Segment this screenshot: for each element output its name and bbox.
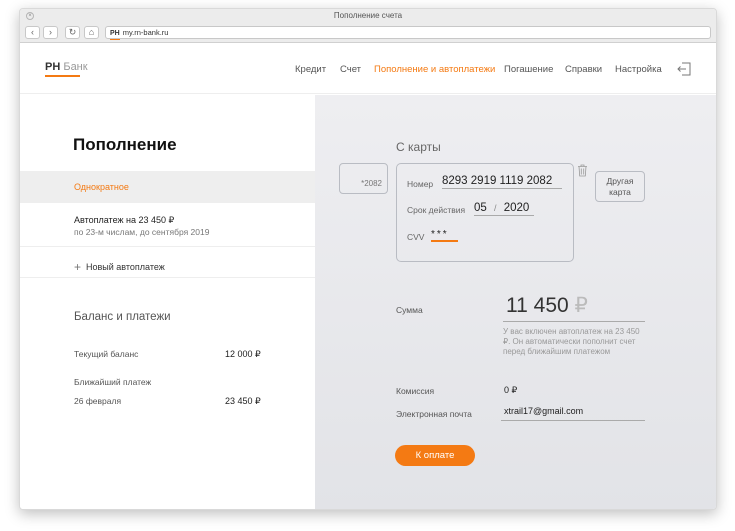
new-autopay-label: Новый автоплатеж (86, 262, 165, 272)
page-title: Пополнение (73, 135, 177, 154)
from-card-title: С карты (396, 140, 441, 154)
cvv-input[interactable]: *** (431, 229, 458, 242)
balance-section-title: Баланс и платежи (74, 311, 171, 323)
other-card-button[interactable]: Другая карта (595, 171, 645, 202)
nav-item-topup[interactable]: Пополнение и автоплатежи (374, 64, 495, 75)
home-icon[interactable]: ⌂ (84, 26, 99, 39)
logo-underline (45, 75, 80, 77)
reload-icon[interactable]: ↻ (65, 26, 80, 39)
autopay-note: У вас включен автоплатеж на 23 450 ₽. Он… (503, 327, 640, 356)
expiry-separator: / (494, 203, 497, 213)
chevron-left-icon[interactable]: ‹ (25, 26, 40, 39)
nav-item-repayment[interactable]: Погашение (504, 64, 553, 75)
autopay-item-subtitle: по 23-м числам, до сентября 2019 (74, 227, 210, 237)
card-number-label: Номер (407, 179, 434, 189)
saved-card-number: *2082 (361, 179, 382, 188)
other-card-line1: Другая (606, 176, 634, 186)
tab-one-time-label: Однократное (74, 182, 129, 192)
trash-icon[interactable] (577, 164, 588, 177)
card-number-input[interactable]: 8293 2919 1119 2082 (442, 175, 562, 189)
fee-label: Комиссия (396, 386, 435, 396)
amount-value: 11 450 (506, 294, 569, 317)
logout-icon[interactable] (677, 62, 691, 76)
bank-logo[interactable]: РН Банк (45, 61, 88, 77)
logo-primary: РН (45, 61, 61, 73)
nav-item-account[interactable]: Счет (340, 64, 361, 75)
email-label: Электронная почта (396, 409, 472, 419)
logo-secondary: Банк (63, 61, 88, 73)
browser-toolbar: ‹ › ↻ ⌂ РН my.rn-bank.ru (20, 23, 716, 43)
amount-currency: ₽ (574, 294, 588, 317)
expiry-input[interactable]: 05 / 2020 (474, 202, 534, 216)
amount-input[interactable]: 11 450 ₽ (503, 293, 645, 322)
autopay-item-title[interactable]: Автоплатеж на 23 450 ₽ (74, 215, 174, 226)
chevron-right-icon[interactable]: › (43, 26, 58, 39)
title-bar: × Пополнение счета (20, 9, 716, 23)
browser-window: × Пополнение счета ‹ › ↻ ⌂ РН my.rn-bank.… (19, 8, 717, 510)
left-panel: Пополнение Однократное Автоплатеж на 23 … (20, 95, 315, 509)
pay-button[interactable]: К оплате (395, 445, 475, 466)
saved-card-button[interactable]: *2082 (339, 163, 388, 194)
nav-item-credit[interactable]: Кредит (295, 64, 326, 75)
expiry-year: 2020 (503, 202, 530, 214)
next-payment-date: 26 февраля (74, 396, 122, 406)
tab-one-time[interactable]: Однократное (20, 171, 315, 203)
cvv-label: CVV (407, 232, 425, 242)
divider (20, 246, 315, 247)
nav-item-statements[interactable]: Справки (565, 64, 602, 75)
site-header: РН Банк Кредит Счет Пополнение и автопла… (20, 44, 716, 94)
nav-item-settings[interactable]: Настройка (615, 64, 662, 75)
next-payment-value: 23 450 ₽ (225, 396, 261, 406)
current-balance-label: Текущий баланс (74, 349, 139, 359)
url-bar[interactable]: РН my.rn-bank.ru (105, 26, 711, 40)
new-autopay-button[interactable]: + Новый автоплатеж (74, 259, 165, 274)
right-panel: С карты *2082 Номер 8293 2919 1119 2082 … (315, 95, 716, 509)
window-title: Пополнение счета (333, 11, 403, 20)
expiry-month: 05 (474, 202, 487, 214)
plus-icon: + (74, 260, 82, 274)
amount-label: Сумма (396, 305, 423, 315)
fee-value: 0 ₽ (504, 385, 518, 395)
current-balance-value: 12 000 ₽ (225, 349, 261, 359)
expiry-label: Срок действия (407, 205, 466, 215)
divider (20, 277, 315, 278)
email-input[interactable]: xtrail17@gmail.com (501, 406, 645, 421)
card-form: Номер 8293 2919 1119 2082 Срок действия … (396, 163, 574, 262)
url-text: my.rn-bank.ru (122, 28, 169, 37)
next-payment-label: Ближайший платеж (74, 377, 152, 387)
other-card-line2: карта (609, 187, 631, 197)
favicon: РН (110, 28, 120, 40)
